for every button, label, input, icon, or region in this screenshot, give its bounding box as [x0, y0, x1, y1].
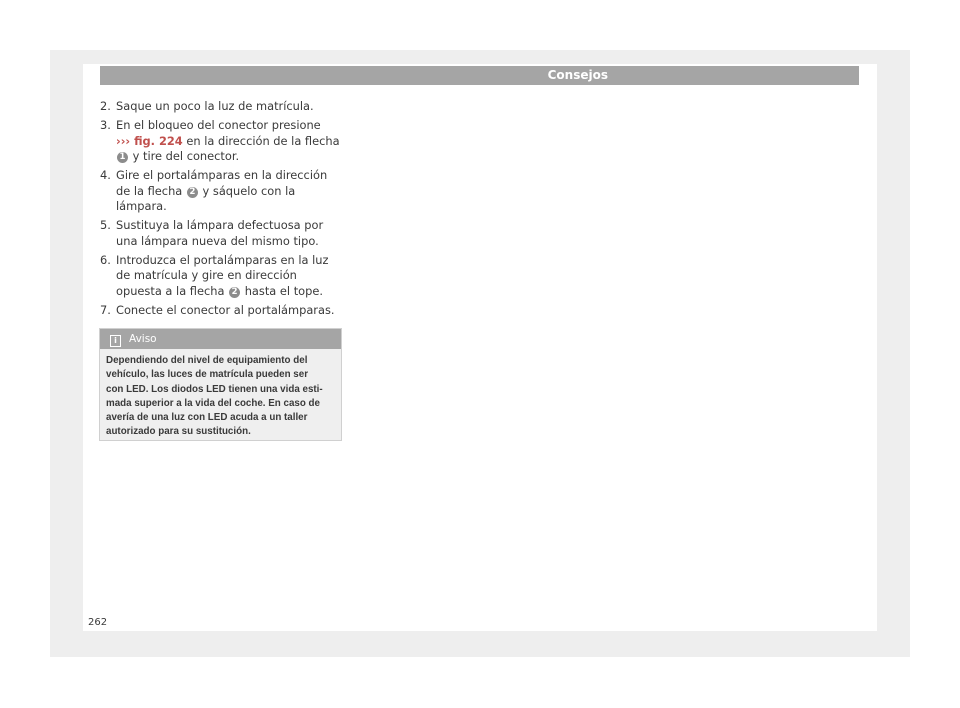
- callout-marker: 1: [117, 152, 128, 163]
- step-text: Saque un poco la luz de matrícula.: [116, 99, 314, 113]
- list-item: 5. Sustituya la lámpara defectuosa por u…: [100, 218, 345, 249]
- note-line: mada superior a la vida del coche. En ca…: [106, 397, 320, 409]
- note-title: Aviso: [129, 333, 157, 345]
- info-icon: i: [110, 335, 121, 347]
- list-item: 7. Conecte el conector al portalámparas.: [100, 303, 345, 319]
- page-number: 262: [88, 617, 108, 628]
- figure-reference-link[interactable]: ››› fig. 224: [116, 134, 183, 148]
- instruction-list: 2. Saque un poco la luz de matrícula. 3.…: [100, 99, 345, 322]
- step-text: Conecte el conector al portalámparas.: [116, 302, 335, 317]
- list-item: 3. En el bloqueo del conector presione ›…: [100, 118, 345, 165]
- step-text: Sustituya la lámpara defectuosa por una …: [116, 218, 324, 248]
- arrow-icon: ›››: [116, 133, 131, 148]
- note-body: Dependiendo del nivel de equipamiento de…: [100, 349, 341, 440]
- figure-reference-label: fig. 224: [134, 133, 183, 148]
- callout-marker: 2: [229, 286, 241, 298]
- section-title: Consejos: [547, 68, 608, 82]
- note-header: i Aviso: [100, 329, 341, 349]
- list-item: 6. Introduzca el portalámparas en la luz…: [100, 253, 345, 300]
- note-box: i Aviso Dependiendo del nivel de equipami…: [99, 328, 342, 441]
- step-text: y tire del conector.: [132, 149, 240, 163]
- step-text: en la dirección de la flecha: [186, 133, 340, 148]
- step-number: 2.: [100, 99, 111, 113]
- list-item: 4. Gire el portalámparas en la dirección…: [100, 168, 345, 215]
- note-line: Dependiendo del nivel de equipamiento de…: [106, 355, 308, 366]
- list-item: 2. Saque un poco la luz de matrícula.: [100, 99, 345, 115]
- callout-marker: 2: [186, 186, 198, 198]
- step-number: 3.: [100, 118, 111, 132]
- step-text: En el bloqueo del conector presione: [116, 118, 321, 132]
- note-line: avería de una luz con LED acuda a un tal…: [106, 412, 308, 424]
- note-line: autorizado para su sustitución.: [106, 426, 251, 438]
- step-number: 5.: [100, 218, 111, 232]
- note-line: con LED. Los diodos LED tienen una vida …: [106, 383, 323, 395]
- step-number: 6.: [100, 252, 111, 267]
- step-number: 4.: [100, 168, 111, 182]
- section-header-bar: [100, 66, 859, 85]
- step-text: hasta el tope.: [244, 283, 323, 298]
- note-line: vehículo, las luces de matrícula pueden …: [106, 369, 309, 381]
- step-number: 7.: [100, 302, 111, 317]
